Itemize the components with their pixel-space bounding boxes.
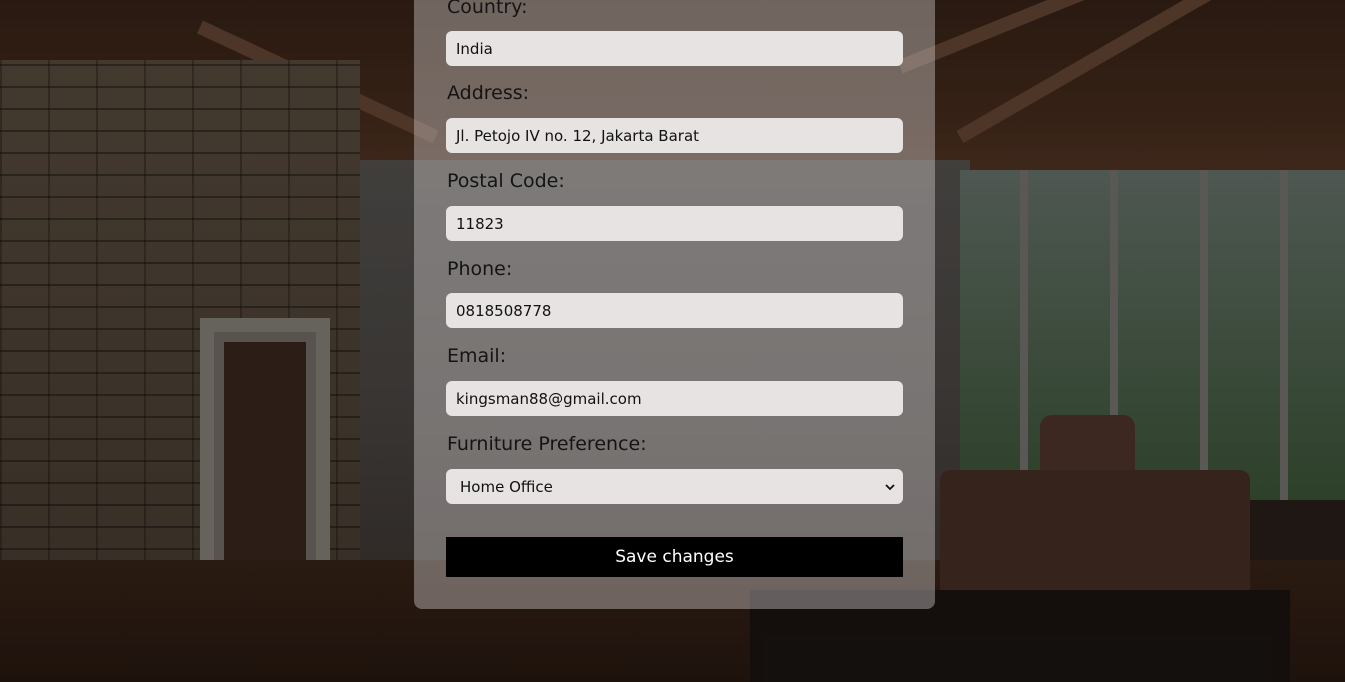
email-label: Email: xyxy=(447,345,507,367)
furniture-preference-select[interactable]: Home Office xyxy=(446,469,903,504)
postal-code-label: Postal Code: xyxy=(447,170,565,192)
country-label: Country: xyxy=(447,0,528,18)
postal-code-field[interactable]: 11823 xyxy=(446,206,903,241)
phone-field[interactable]: 0818508778 xyxy=(446,293,903,328)
country-field[interactable]: India xyxy=(446,31,903,66)
chevron-down-icon xyxy=(885,483,895,490)
email-field[interactable]: kingsman88@gmail.com xyxy=(446,381,903,416)
save-changes-button[interactable]: Save changes xyxy=(446,537,903,577)
address-field[interactable]: Jl. Petojo IV no. 12, Jakarta Barat xyxy=(446,118,903,153)
phone-label: Phone: xyxy=(447,258,513,280)
furniture-preference-value: Home Office xyxy=(460,477,553,496)
furniture-preference-label: Furniture Preference: xyxy=(447,433,647,455)
address-label: Address: xyxy=(447,82,530,104)
